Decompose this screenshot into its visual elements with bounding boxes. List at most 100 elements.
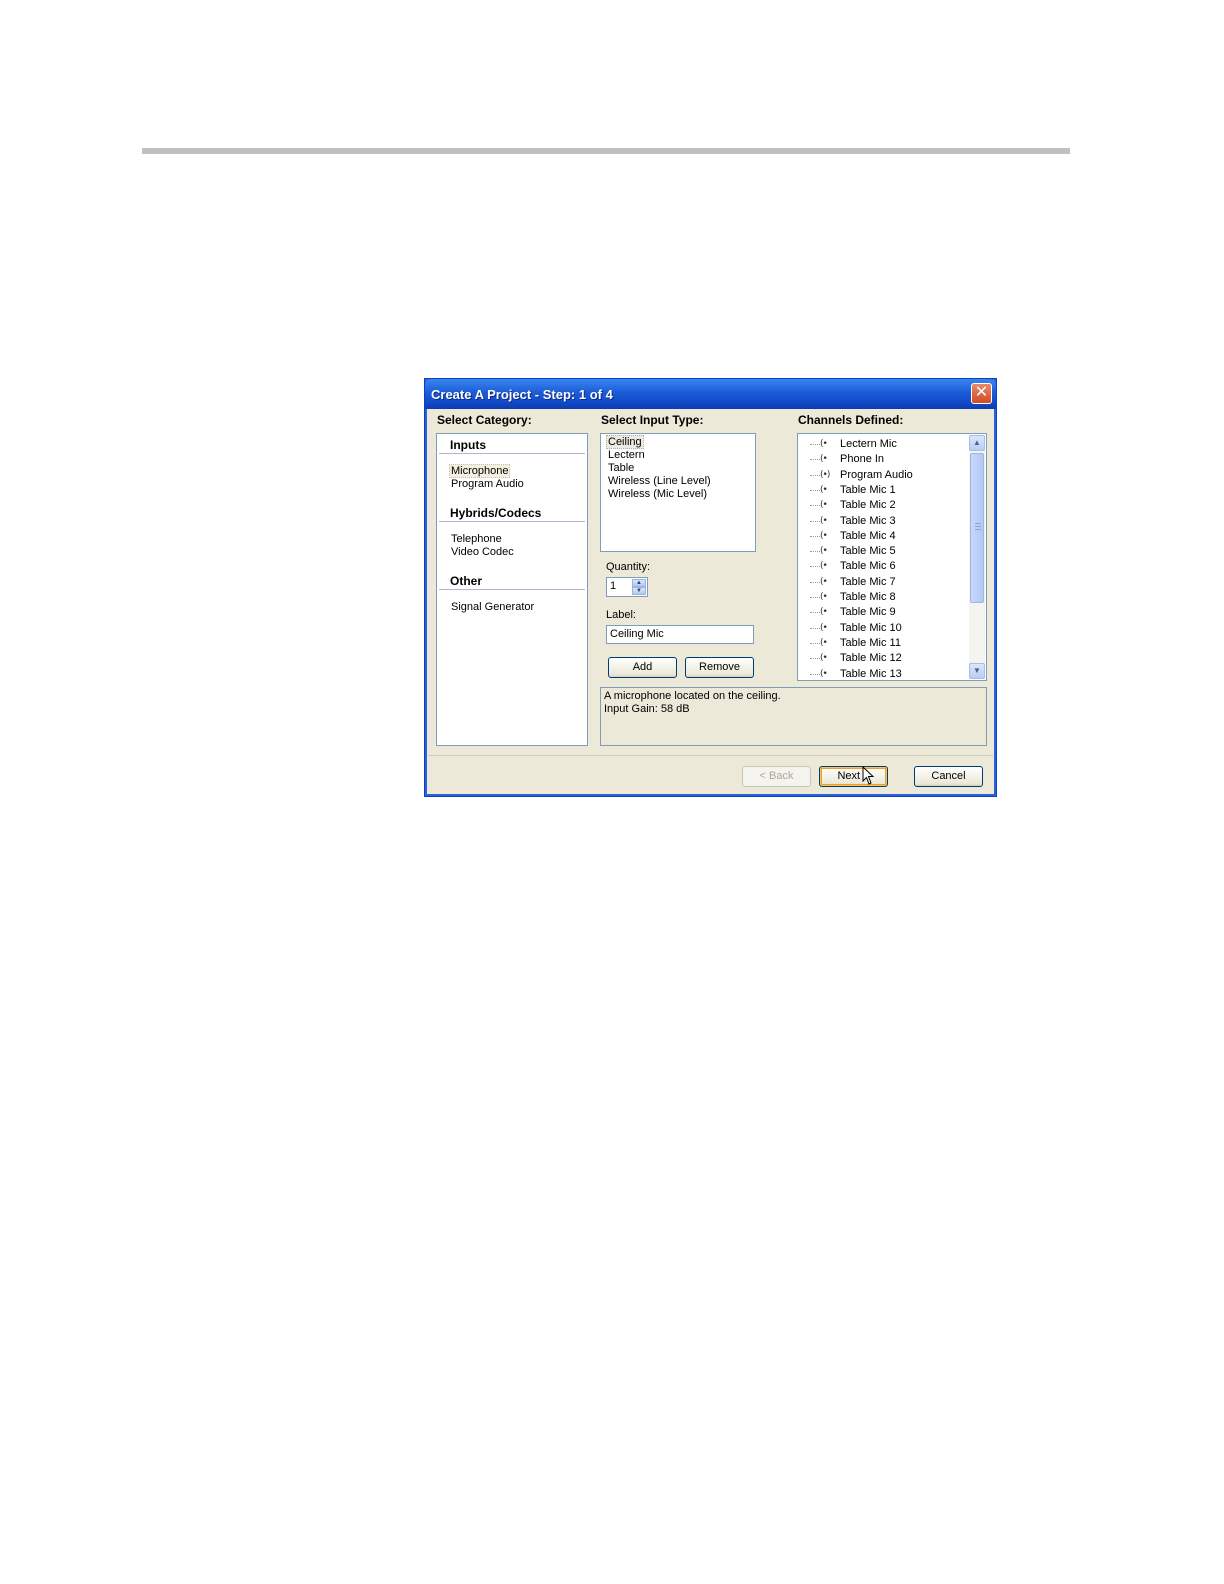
select-input-type-heading: Select Input Type:: [601, 413, 704, 427]
grip-line: [975, 526, 981, 527]
channel-row[interactable]: (•) Program Audio: [798, 468, 970, 483]
channel-row[interactable]: (• Table Mic 10: [798, 621, 970, 636]
channel-label: Table Mic 9: [840, 606, 896, 619]
channel-row[interactable]: (• Table Mic 7: [798, 575, 970, 590]
cancel-button[interactable]: Cancel: [914, 766, 983, 787]
quantity-value: 1: [610, 580, 617, 592]
channel-row[interactable]: (• Table Mic 5: [798, 544, 970, 559]
microphone-channel-icon: (•: [820, 484, 828, 495]
input-gain-text: Input Gain: 58 dB: [604, 703, 690, 715]
tree-connector: [810, 535, 820, 537]
channel-row[interactable]: (• Table Mic 13: [798, 667, 970, 681]
microphone-channel-icon: (•: [820, 637, 828, 648]
channel-label: Program Audio: [840, 468, 913, 481]
channel-row[interactable]: (• Table Mic 12: [798, 651, 970, 666]
microphone-channel-icon: (•: [820, 653, 828, 664]
tree-connector: [810, 597, 820, 598]
category-group-other: Other: [450, 574, 483, 588]
tree-connector: [810, 658, 820, 660]
create-project-dialog: Create A Project - Step: 1 of 4 ✕ Select…: [424, 378, 997, 797]
microphone-channel-icon: (•: [820, 515, 828, 526]
channel-row[interactable]: (• Table Mic 2: [798, 498, 970, 513]
channel-label: Table Mic 5: [840, 545, 896, 558]
category-list[interactable]: Inputs Microphone Program Audio Hybrids/…: [436, 433, 588, 746]
channel-label: Table Mic 8: [840, 591, 896, 603]
channel-label: Table Mic 2: [840, 499, 896, 512]
remove-button[interactable]: Remove: [685, 657, 754, 678]
spin-up-icon[interactable]: ▲: [632, 579, 646, 587]
add-button[interactable]: Add: [608, 657, 677, 678]
scroll-down-icon[interactable]: ▼: [969, 663, 985, 679]
input-type-list[interactable]: Ceiling Lectern Table Wireless (Line Lev…: [600, 433, 756, 552]
category-divider: [439, 453, 585, 454]
grip-line: [975, 529, 981, 530]
description-box: A microphone located on the ceiling. Inp…: [600, 687, 987, 746]
dialog-title: Create A Project - Step: 1 of 4: [431, 387, 613, 402]
quantity-stepper[interactable]: 1 ▲ ▼: [606, 577, 648, 597]
next-button[interactable]: Next >: [819, 766, 888, 787]
microphone-channel-icon: (•: [820, 668, 828, 679]
input-type-table[interactable]: Table: [607, 462, 635, 474]
quantity-spin-buttons: ▲ ▼: [632, 579, 646, 595]
tree-connector: [810, 612, 820, 614]
microphone-channel-icon: (•: [820, 561, 828, 572]
category-group-inputs: Inputs: [450, 438, 486, 452]
channel-row[interactable]: (• Table Mic 3: [798, 514, 970, 529]
channel-row[interactable]: (• Lectern Mic: [798, 437, 970, 452]
microphone-channel-icon: (•: [820, 592, 828, 602]
input-type-wireless-mic[interactable]: Wireless (Mic Level): [607, 488, 708, 500]
tree-connector: [810, 474, 820, 476]
label-field-label: Label:: [606, 609, 636, 621]
microphone-channel-icon: (•: [820, 530, 828, 541]
channel-row[interactable]: (• Phone In: [798, 452, 970, 467]
dialog-title-bar[interactable]: Create A Project - Step: 1 of 4 ✕: [425, 379, 996, 409]
channel-row[interactable]: (• Table Mic 1: [798, 483, 970, 498]
microphone-channel-icon: (•: [820, 576, 828, 587]
tree-connector: [810, 627, 820, 629]
channel-row[interactable]: (• Table Mic 11: [798, 636, 970, 651]
grip-line: [975, 523, 981, 524]
channel-row[interactable]: (• Table Mic 4: [798, 529, 970, 544]
label-input[interactable]: Ceiling Mic: [606, 625, 754, 644]
channels-scrollbar[interactable]: ▲ ▼: [969, 435, 985, 679]
channel-row[interactable]: (• Table Mic 9: [798, 605, 970, 620]
microphone-channel-icon: (•: [820, 607, 828, 618]
tree-connector: [810, 459, 820, 461]
category-divider: [439, 521, 585, 522]
input-type-ceiling[interactable]: Ceiling: [606, 435, 644, 449]
scroll-thumb[interactable]: [970, 453, 984, 603]
microphone-channel-icon: (•: [820, 454, 828, 465]
category-item-microphone[interactable]: Microphone: [449, 464, 511, 478]
microphone-channel-icon: (•: [820, 500, 828, 511]
channel-label: Table Mic 4: [840, 529, 896, 542]
spin-down-icon[interactable]: ▼: [632, 587, 646, 595]
channel-row[interactable]: (• Table Mic 8: [798, 590, 970, 605]
close-button[interactable]: ✕: [971, 383, 992, 404]
tree-connector: [810, 444, 820, 445]
channel-label: Table Mic 7: [840, 575, 896, 588]
category-item-signal-generator[interactable]: Signal Generator: [450, 601, 535, 613]
category-item-program-audio[interactable]: Program Audio: [450, 478, 525, 490]
channel-row[interactable]: (• Table Mic 6: [798, 559, 970, 574]
category-item-telephone[interactable]: Telephone: [450, 533, 503, 545]
channel-label: Table Mic 3: [840, 514, 896, 527]
dialog-body: Select Category: Select Input Type: Chan…: [428, 409, 993, 793]
input-type-lectern[interactable]: Lectern: [607, 449, 646, 461]
close-icon: ✕: [974, 384, 989, 401]
tree-connector: [810, 505, 820, 507]
channel-label: Table Mic 1: [840, 483, 896, 496]
channel-label: Table Mic 12: [840, 652, 902, 665]
category-group-hybrids-codecs: Hybrids/Codecs: [450, 506, 542, 520]
category-item-video-codec[interactable]: Video Codec: [450, 546, 515, 558]
channel-label: Table Mic 6: [840, 560, 896, 573]
back-button[interactable]: < Back: [742, 766, 811, 787]
tree-connector: [810, 551, 820, 553]
tree-connector: [810, 642, 820, 644]
select-category-heading: Select Category:: [437, 413, 532, 427]
channel-label: Table Mic 10: [840, 621, 902, 634]
channels-defined-list[interactable]: (• Lectern Mic (• Phone In (•) Program Audio(…: [797, 433, 987, 681]
input-type-wireless-line[interactable]: Wireless (Line Level): [607, 475, 712, 487]
microphone-channel-icon: (•: [820, 439, 828, 449]
microphone-channel-icon: (•: [820, 622, 828, 633]
scroll-up-icon[interactable]: ▲: [969, 435, 985, 451]
